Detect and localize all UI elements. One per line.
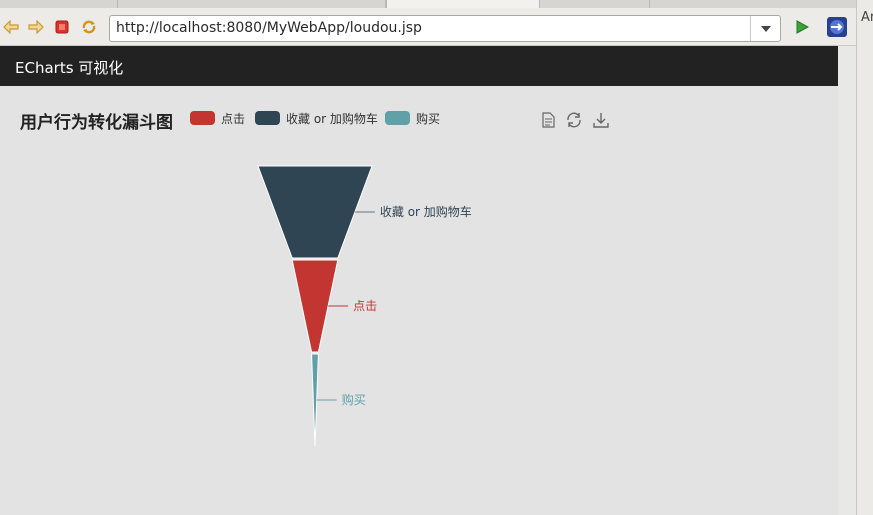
- browser-tab[interactable]: [118, 0, 386, 8]
- eclipse-run-button[interactable]: [826, 16, 848, 38]
- refresh-icon: [82, 20, 96, 34]
- side-panel-label: Ar: [861, 10, 873, 25]
- browser-toolbar: http://localhost:8080/MyWebApp/loudou.js…: [0, 8, 856, 46]
- play-icon: [796, 20, 809, 34]
- stop-button[interactable]: [53, 18, 71, 36]
- browser-tab[interactable]: [540, 0, 650, 8]
- browser-tab-active[interactable]: [386, 0, 540, 8]
- forward-arrow-icon: [28, 20, 44, 34]
- stop-icon: [55, 20, 69, 34]
- url-text[interactable]: http://localhost:8080/MyWebApp/loudou.js…: [116, 20, 422, 36]
- go-button[interactable]: [793, 18, 811, 36]
- run-external-icon: [827, 17, 847, 37]
- funnel-label: 购买: [342, 392, 366, 407]
- forward-button[interactable]: [27, 18, 45, 36]
- back-arrow-icon: [3, 20, 19, 34]
- browser-tab-strip: [0, 0, 873, 8]
- funnel-label: 收藏 or 加购物车: [380, 204, 472, 219]
- back-button[interactable]: [2, 18, 20, 36]
- side-panel: Ar: [856, 0, 873, 515]
- funnel-chart: 收藏 or 加购物车点击购买: [257, 165, 472, 447]
- url-field[interactable]: http://localhost:8080/MyWebApp/loudou.js…: [109, 15, 781, 42]
- url-history-dropdown[interactable]: [750, 16, 780, 41]
- refresh-button[interactable]: [80, 18, 98, 36]
- browser-tab[interactable]: [0, 0, 118, 8]
- funnel-label: 点击: [353, 299, 377, 313]
- web-page: ECharts 可视化 用户行为转化漏斗图 点击 收藏 or 加购物车 购买 收…: [0, 46, 838, 515]
- chevron-down-icon: [760, 25, 771, 32]
